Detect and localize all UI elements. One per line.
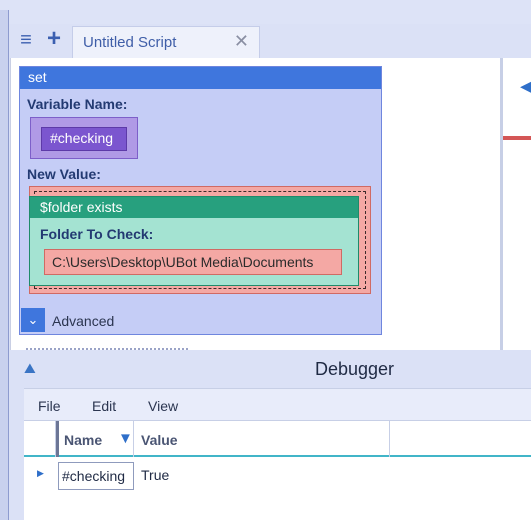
plus-icon[interactable]: + [44, 27, 64, 51]
debugger-title: Debugger [314, 359, 395, 379]
variable-token[interactable]: #checking [41, 127, 127, 151]
new-value-label: New Value: [27, 166, 101, 182]
right-pane: ◀ [503, 58, 531, 350]
menu-file[interactable]: File [38, 398, 61, 414]
advanced-label[interactable]: Advanced [52, 313, 114, 329]
column-header-value[interactable]: Value [134, 421, 390, 457]
expand-arrow-icon[interactable]: ▶ [37, 468, 44, 479]
tab-untitled-script[interactable]: Untitled Script ✕ [72, 26, 260, 58]
chevron-down-icon[interactable]: ⌄ [21, 308, 45, 332]
variable-name-label: Variable Name: [27, 96, 128, 112]
drag-handle[interactable] [26, 348, 188, 350]
collapse-arrow-icon[interactable]: ◀ [520, 73, 531, 99]
variables-grid: Name ▼ Value ▶ #checking True [24, 420, 531, 520]
red-marker [503, 136, 531, 140]
menu-edit[interactable]: Edit [92, 398, 116, 414]
left-panel-edge [0, 10, 9, 520]
folder-path-field[interactable]: C:\Users\Desktop\UBot Media\Documents [44, 249, 342, 275]
close-icon[interactable]: ✕ [234, 31, 249, 52]
row-header-gutter [24, 421, 56, 457]
hamburger-menu-icon[interactable]: ≡ [16, 30, 36, 51]
column-header-name[interactable]: Name ▼ [56, 421, 134, 457]
menu-view[interactable]: View [148, 398, 178, 414]
grid-header: Name ▼ Value [24, 421, 531, 457]
column-header-name-label: Name [64, 432, 103, 448]
column-header-value-label: Value [141, 432, 178, 448]
folder-exists-header[interactable]: $folder exists [30, 197, 358, 218]
set-command-block[interactable]: set Variable Name: #checking New Value: … [19, 66, 382, 335]
filter-icon[interactable]: ▼ [118, 430, 133, 447]
cell-value[interactable]: True [141, 467, 169, 483]
table-row[interactable]: ▶ #checking True [24, 459, 531, 491]
window-top-strip [0, 0, 531, 24]
folder-exists-block[interactable]: $folder exists Folder To Check: C:\Users… [29, 196, 359, 286]
set-command-header[interactable]: set [20, 67, 381, 89]
folder-to-check-label: Folder To Check: [40, 226, 154, 242]
tab-title: Untitled Script [83, 34, 177, 51]
debugger-panel: ⛰ Debugger File Edit View Name ▼ Value ▶… [10, 348, 531, 520]
variable-drop-slot[interactable]: #checking [30, 117, 138, 159]
debugger-menu-bar: File Edit View [24, 388, 531, 420]
cell-name[interactable]: #checking [58, 462, 134, 490]
